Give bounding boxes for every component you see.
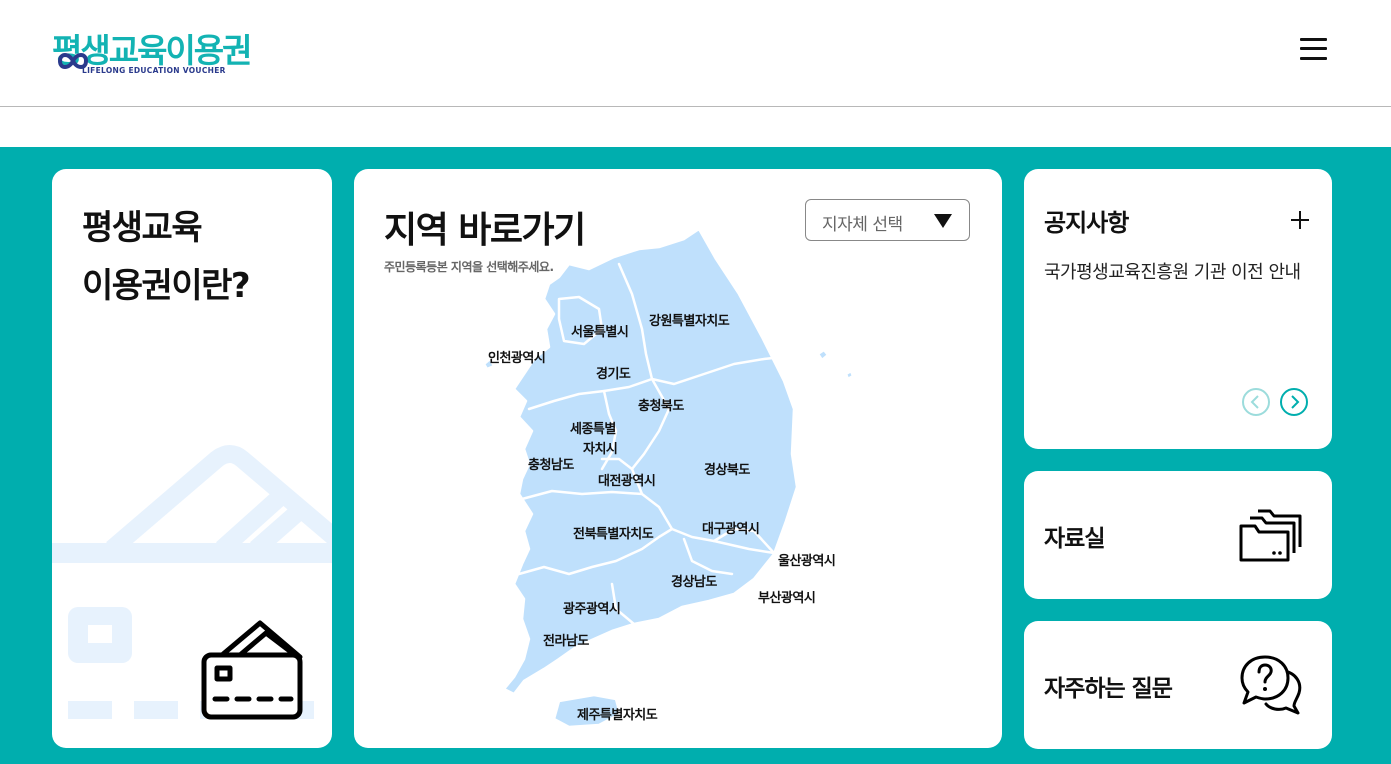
region-daegu[interactable]: 대구광역시	[702, 520, 760, 539]
korea-map	[482, 227, 855, 729]
plus-icon[interactable]	[1290, 210, 1310, 230]
region-chungbuk[interactable]: 충청북도	[638, 397, 684, 416]
region-sejong-line2[interactable]: 자치시	[583, 440, 618, 459]
faq-card-title: 자주하는 질문	[1044, 676, 1173, 702]
voucher-card-icon	[201, 620, 303, 720]
logo-subtext: LIFELONG EDUCATION VOUCHER	[82, 66, 226, 75]
folder-icon	[1239, 509, 1302, 562]
site-logo[interactable]: 평생교육이용권 LIFELONG EDUCATION VOUCHER	[52, 24, 253, 78]
notice-card-title: 공지사항	[1044, 209, 1129, 237]
region-gangwon[interactable]: 강원특별자치도	[649, 312, 730, 331]
region-card-subtitle: 주민등록등본 지역을 선택해주세요.	[384, 260, 554, 274]
region-map-card: 지역 바로가기 주민등록등본 지역을 선택해주세요. 지자체 선택 서울특별시 …	[354, 169, 1002, 748]
municipality-select[interactable]: 지자체 선택	[805, 199, 970, 241]
region-gwangju[interactable]: 광주광역시	[563, 600, 621, 619]
region-jeju[interactable]: 제주특별자치도	[577, 706, 658, 725]
prev-arrow-icon[interactable]	[1241, 387, 1271, 417]
region-incheon[interactable]: 인천광역시	[488, 349, 546, 368]
region-gyeongnam[interactable]: 경상남도	[671, 573, 717, 592]
archive-card-title: 자료실	[1044, 526, 1105, 552]
region-sejong[interactable]: 세종특별	[570, 420, 616, 439]
question-chat-icon	[1240, 655, 1302, 715]
region-gyeongbuk[interactable]: 경상북도	[704, 461, 750, 480]
region-jeonnam[interactable]: 전라남도	[543, 632, 589, 651]
region-busan[interactable]: 부산광역시	[758, 589, 816, 608]
about-voucher-card[interactable]: 평생교육 이용권이란?	[52, 169, 332, 748]
faq-card[interactable]: 자주하는 질문	[1024, 621, 1332, 749]
archive-card[interactable]: 자료실	[1024, 471, 1332, 599]
dokdo-shape	[844, 369, 855, 381]
region-daejeon[interactable]: 대전광역시	[598, 472, 656, 491]
region-ulsan[interactable]: 울산광역시	[778, 552, 836, 571]
notice-card: 공지사항 국가평생교육진흥원 기관 이전 안내	[1024, 169, 1332, 449]
next-arrow-icon[interactable]	[1279, 387, 1309, 417]
region-chungnam[interactable]: 충청남도	[528, 456, 574, 475]
site-header: 평생교육이용권 LIFELONG EDUCATION VOUCHER	[0, 0, 1391, 107]
municipality-select-value: 지자체 선택	[822, 215, 903, 235]
region-gyeonggi[interactable]: 경기도	[596, 365, 631, 384]
hamburger-menu-icon[interactable]	[1300, 36, 1328, 62]
region-jeonbuk[interactable]: 전북특별자치도	[573, 525, 654, 544]
about-card-title: 평생교육 이용권이란?	[82, 208, 251, 306]
region-seoul[interactable]: 서울특별시	[571, 323, 629, 342]
dropdown-triangle-icon	[934, 214, 952, 228]
notice-item[interactable]: 국가평생교육진흥원 기관 이전 안내	[1044, 259, 1314, 286]
ulleungdo-shape	[816, 348, 830, 362]
